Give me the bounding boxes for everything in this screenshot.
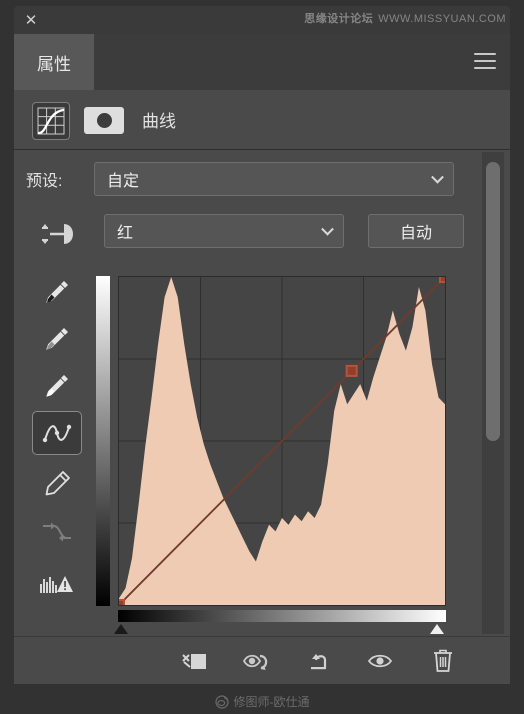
white-point-slider[interactable] [430, 624, 444, 634]
on-image-adjust-icon[interactable] [38, 222, 82, 246]
smooth-curve-tool[interactable] [32, 510, 82, 554]
panel-menu-icon[interactable] [474, 53, 496, 69]
page-title: 曲线 [142, 112, 176, 131]
channel-select[interactable]: 红 [104, 214, 344, 248]
tab-bar: 属性 [14, 34, 510, 90]
preset-label: 预设: [26, 173, 63, 190]
mask-dot-icon [96, 113, 112, 128]
watermark-top-cn: 思缘设计论坛 [304, 13, 374, 25]
preset-select[interactable]: 自定 [94, 162, 454, 196]
curves-adjustment-icon[interactable] [32, 102, 70, 140]
preset-value: 自定 [107, 173, 140, 190]
chevron-down-icon [321, 222, 334, 236]
edit-points-curve-tool[interactable] [32, 411, 82, 455]
toggle-layer-visibility-button[interactable] [364, 645, 398, 677]
curve-control-point-0[interactable] [113, 599, 125, 611]
sample-white-point-eyedropper[interactable] [32, 364, 82, 408]
layer-mask-thumbnail[interactable] [84, 107, 124, 134]
output-gradient-bar [96, 276, 110, 606]
curve-tool-column [32, 270, 84, 620]
curve-plot-area[interactable] [113, 271, 451, 611]
scrollbar-thumb[interactable] [486, 161, 500, 442]
black-point-slider[interactable] [114, 624, 128, 634]
channel-value: 红 [117, 225, 134, 242]
reset-adjustment-button[interactable] [302, 645, 336, 677]
curve-control-point-2[interactable] [439, 271, 451, 283]
watermark-bottom-text: 修图师-欧仕通 [233, 695, 310, 709]
preset-row: 预设: 自定 [14, 150, 510, 206]
tab-properties[interactable]: 属性 [14, 34, 94, 90]
channel-row: 红 自动 [14, 206, 510, 260]
watermark-bottom: 修图师-欧仕通 [0, 693, 524, 710]
adjustment-header: 曲线 [14, 90, 510, 150]
clip-to-layer-button[interactable] [178, 645, 212, 677]
panel-body: 预设: 自定 红 自动 [14, 150, 510, 636]
draw-curve-pencil-tool[interactable] [32, 462, 82, 506]
preview-previous-state-button[interactable] [240, 645, 274, 677]
curves-graph[interactable] [96, 271, 451, 634]
plot-svg [113, 271, 451, 611]
sample-black-point-eyedropper[interactable] [32, 270, 82, 314]
weibo-icon [214, 694, 229, 709]
auto-button[interactable]: 自动 [368, 214, 464, 248]
histogram-uncached-warning[interactable] [32, 562, 82, 606]
panel-bottom-toolbar [14, 636, 510, 684]
input-gradient-bar [118, 610, 446, 622]
curve-control-point-1[interactable] [345, 364, 358, 377]
title-bar: ✕ 思缘设计论坛 WWW.MISSYUAN.COM [14, 6, 510, 34]
properties-panel-window: ✕ 思缘设计论坛 WWW.MISSYUAN.COM 属性 曲线 预设: 自定 红… [0, 0, 524, 714]
delete-layer-button[interactable] [426, 645, 460, 677]
close-icon[interactable]: ✕ [20, 9, 42, 31]
sample-gray-point-eyedropper[interactable] [32, 317, 82, 361]
chevron-down-icon [431, 170, 444, 184]
watermark-top-url: WWW.MISSYUAN.COM [378, 13, 506, 25]
watermark-top: 思缘设计论坛 WWW.MISSYUAN.COM [304, 10, 506, 26]
